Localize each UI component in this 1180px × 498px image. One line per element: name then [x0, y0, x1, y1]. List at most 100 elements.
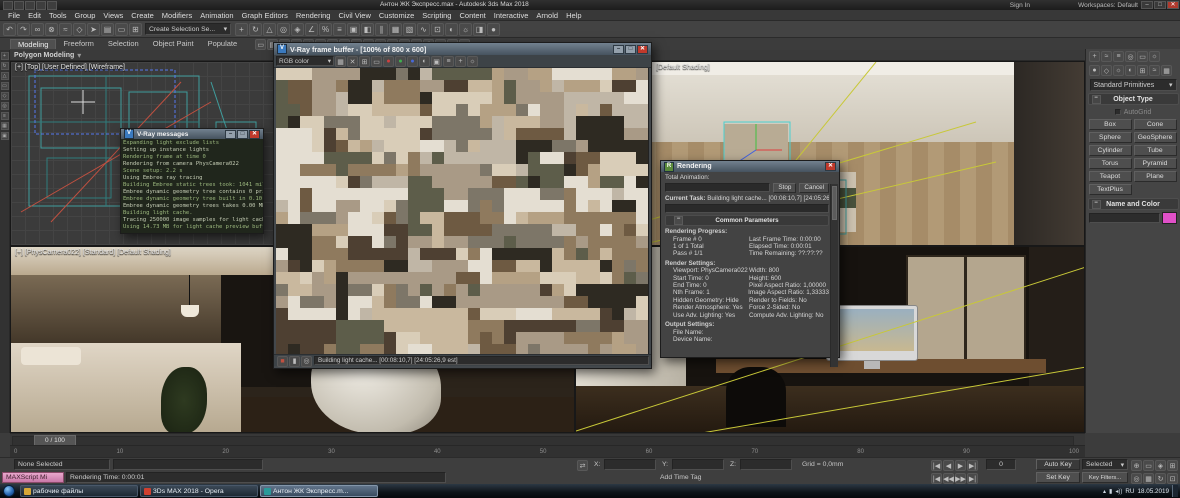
primitive-button[interactable]: Cone [1133, 119, 1177, 130]
next-key-icon[interactable]: ▶| [967, 473, 978, 484]
workspaces-selector[interactable]: Workspaces: Default [1078, 2, 1138, 9]
render-icon[interactable]: ● [487, 23, 500, 36]
menu-item[interactable]: Animation [196, 11, 237, 20]
motion-tab-icon[interactable]: ◎ [1125, 51, 1136, 62]
menu-item[interactable]: File [4, 11, 24, 20]
sign-in-link[interactable]: Sign In [1010, 2, 1030, 9]
display-tab-icon[interactable]: ▭ [1137, 51, 1148, 62]
menu-item[interactable]: Views [99, 11, 127, 20]
pause-render-icon[interactable]: ▮ [289, 355, 300, 367]
object-type-rollout[interactable]: − Object Type [1087, 93, 1179, 105]
primitive-button[interactable]: Torus [1088, 158, 1132, 169]
close-button[interactable]: ✕ [637, 44, 648, 54]
open-file-icon[interactable] [14, 0, 24, 10]
minimize-button[interactable]: – [613, 44, 624, 54]
scrollbar-thumb[interactable] [832, 186, 837, 220]
maximize-button[interactable]: □ [625, 44, 636, 54]
rail-tool-icon[interactable]: ▦ [0, 122, 9, 130]
viewport-label[interactable]: [+] [Top] [User Defined] [Wireframe] [15, 64, 125, 71]
region-render-icon[interactable]: ▭ [371, 56, 382, 67]
track-bar[interactable]: 0 10 20 30 40 50 60 70 80 90 100 [10, 445, 1085, 457]
volume-icon[interactable]: ◂)) [1115, 488, 1122, 495]
zoom-region-icon[interactable]: ▭ [1143, 460, 1154, 471]
clock-date[interactable]: 18.05.2019 [1137, 488, 1169, 495]
layer-manager-icon[interactable]: ▦ [389, 23, 402, 36]
set-key-button[interactable]: Set Key [1036, 472, 1080, 483]
language-indicator[interactable]: RU [1125, 488, 1134, 495]
menu-item[interactable]: Help [562, 11, 585, 20]
schematic-view-icon[interactable]: ⊡ [431, 23, 444, 36]
z-coordinate-field[interactable] [740, 459, 792, 470]
redo-icon[interactable]: ↷ [17, 23, 30, 36]
orbit-icon[interactable]: ◎ [1131, 473, 1142, 484]
material-editor-icon[interactable]: ◐ [445, 23, 458, 36]
tray-expand-icon[interactable]: ▴ [1103, 488, 1106, 495]
rail-tool-icon[interactable]: ↻ [0, 62, 9, 70]
rotate-view-icon[interactable]: ↻ [1155, 473, 1166, 484]
select-manipulate-icon[interactable]: ◎ [277, 23, 290, 36]
rail-tool-icon[interactable]: ▭ [0, 82, 9, 90]
snap-toggle-icon[interactable]: ◈ [291, 23, 304, 36]
new-file-icon[interactable] [3, 0, 13, 10]
redo-icon[interactable] [47, 0, 57, 10]
start-button[interactable] [3, 485, 15, 497]
track-mouse-icon[interactable]: + [455, 56, 466, 67]
color-corrections-icon[interactable]: ≡ [443, 56, 454, 67]
undo-icon[interactable] [36, 0, 46, 10]
menu-item[interactable]: Edit [24, 11, 45, 20]
minimize-button[interactable]: – [225, 129, 236, 139]
menu-item[interactable]: Content [455, 11, 489, 20]
mirror-icon[interactable]: ◧ [361, 23, 374, 36]
autogrid-checkbox[interactable] [1114, 109, 1121, 115]
go-end-icon[interactable]: ▶| [967, 460, 978, 471]
align-icon[interactable]: ∥ [375, 23, 388, 36]
selection-filter-icon[interactable]: ◇ [73, 23, 86, 36]
minimize-button[interactable]: – [1141, 1, 1153, 9]
close-button[interactable]: ✕ [1167, 1, 1179, 9]
add-time-tag[interactable]: Add Time Tag [660, 474, 701, 481]
select-scale-icon[interactable]: △ [263, 23, 276, 36]
auto-key-button[interactable]: Auto Key [1036, 459, 1080, 470]
menu-item[interactable]: Scripting [418, 11, 455, 20]
menu-item[interactable]: Tools [45, 11, 71, 20]
select-object-icon[interactable]: ➤ [87, 23, 100, 36]
primitives-dropdown[interactable]: Standard Primitives ▾ [1089, 79, 1177, 91]
fwd-icon[interactable]: ▶▶ [955, 473, 966, 484]
shapes-cat-icon[interactable]: ◇ [1101, 65, 1112, 76]
pan-icon[interactable]: ▦ [1143, 473, 1154, 484]
duplicate-buffer-icon[interactable]: ⊞ [359, 56, 370, 67]
zoom-all-icon[interactable]: ⊞ [1167, 460, 1178, 471]
primitive-button[interactable]: Plane [1133, 171, 1177, 182]
rail-tool-icon[interactable]: ◇ [0, 92, 9, 100]
prev-key-icon[interactable]: |◀ [931, 473, 942, 484]
unlink-icon[interactable]: ⊗ [45, 23, 58, 36]
rail-tool-icon[interactable]: + [0, 52, 9, 60]
helpers-cat-icon[interactable]: ⊞ [1137, 65, 1148, 76]
lights-cat-icon[interactable]: ☼ [1113, 65, 1124, 76]
maximize-button[interactable]: □ [1154, 1, 1166, 9]
primitive-button[interactable]: TextPlus [1088, 184, 1132, 195]
green-channel-icon[interactable]: ● [395, 56, 406, 67]
menu-item[interactable]: Interactive [490, 11, 533, 20]
spinner-snap-icon[interactable]: ≡ [333, 23, 346, 36]
cameras-cat-icon[interactable]: ◐ [1125, 65, 1136, 76]
zoom-extents-icon[interactable]: ◈ [1155, 460, 1166, 471]
ribbon-tab[interactable]: Modeling [10, 39, 57, 49]
menu-item[interactable]: Civil View [334, 11, 374, 20]
primitive-button[interactable]: Teapot [1088, 171, 1132, 182]
prev-frame-icon[interactable]: ◀ [943, 460, 954, 471]
save-file-icon[interactable] [25, 0, 35, 10]
systems-cat-icon[interactable]: ▦ [1161, 65, 1172, 76]
frame-buffer-titlebar[interactable]: V V-Ray frame buffer - [100% of 800 x 60… [274, 43, 651, 55]
vray-messages-titlebar[interactable]: V V-Ray messages – □ ✕ [121, 129, 263, 139]
taskbar-app-button[interactable]: Антон ЖК Экспресс.m... [260, 485, 378, 497]
name-color-rollout[interactable]: − Name and Color [1087, 198, 1179, 210]
save-image-icon[interactable]: ▦ [335, 56, 346, 67]
clear-image-icon[interactable]: ✕ [347, 56, 358, 67]
network-icon[interactable]: ▮ [1109, 488, 1112, 495]
stop-button[interactable]: Stop [773, 182, 797, 193]
geometry-cat-icon[interactable]: ● [1089, 65, 1100, 76]
percent-snap-icon[interactable]: % [319, 23, 332, 36]
rail-tool-icon[interactable]: ◎ [0, 102, 9, 110]
ribbon-tab[interactable]: Freeform [56, 39, 100, 49]
